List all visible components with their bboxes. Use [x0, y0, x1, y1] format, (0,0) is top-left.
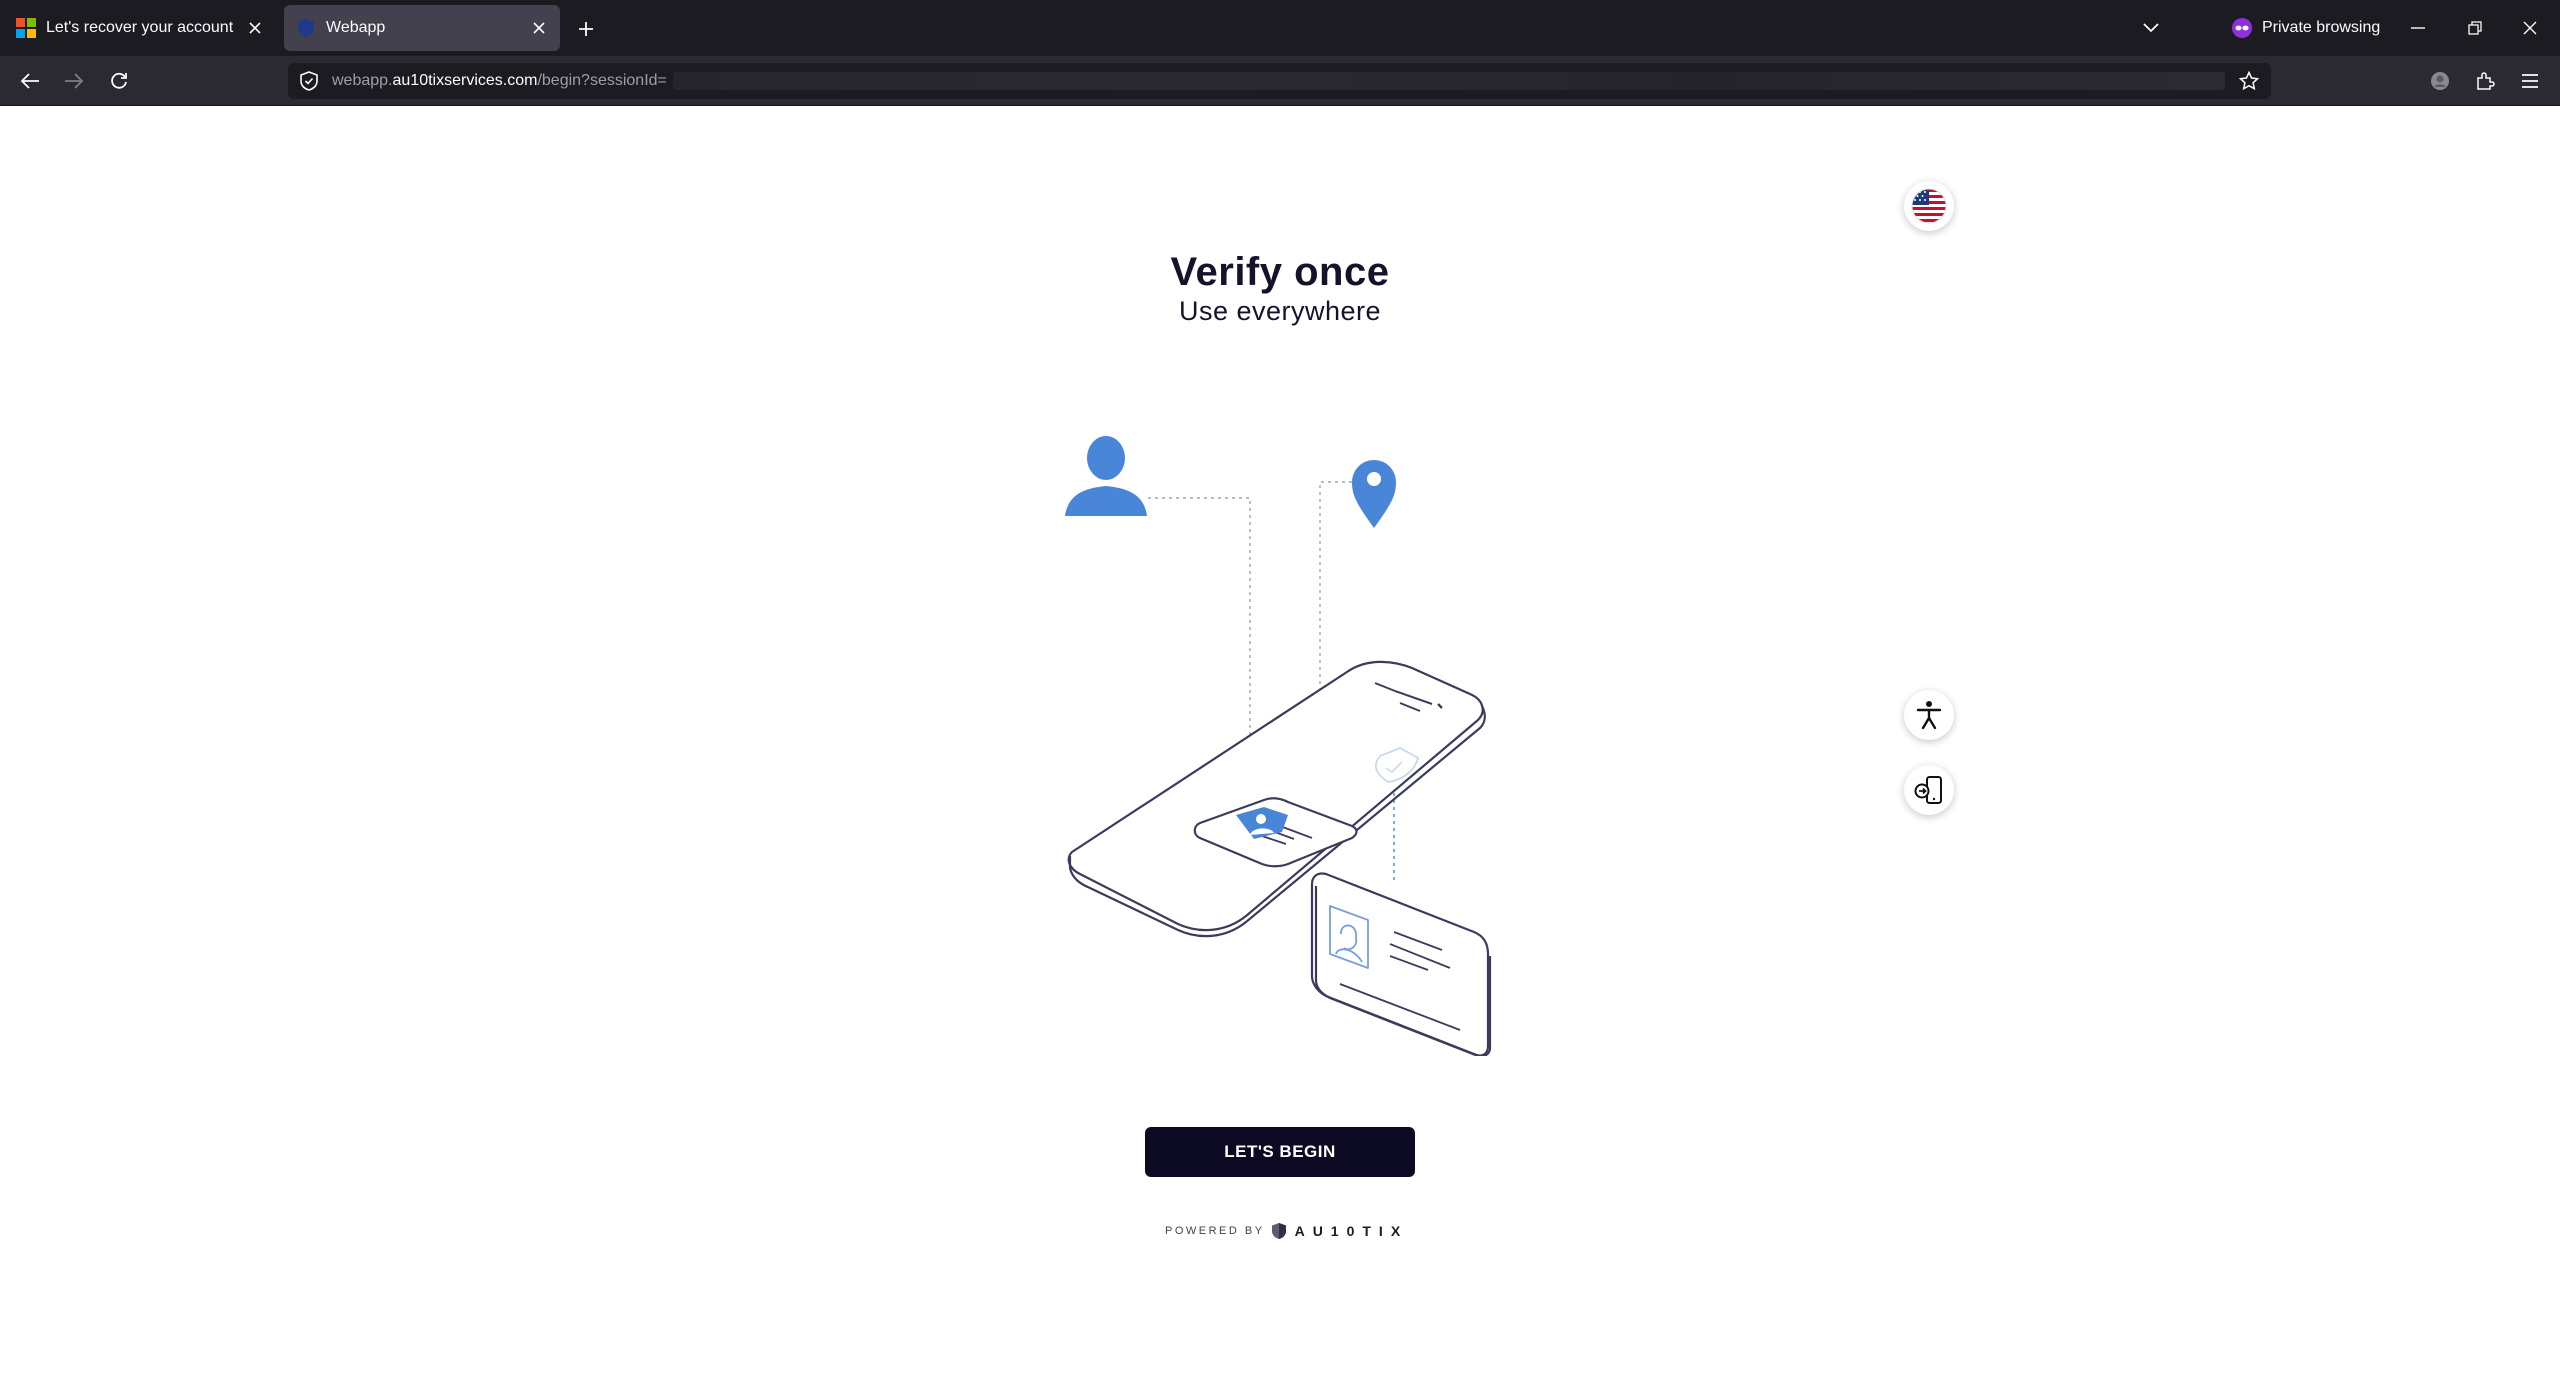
forward-button[interactable]	[58, 65, 90, 97]
list-all-tabs-button[interactable]	[2135, 12, 2167, 44]
close-tab-icon[interactable]	[524, 13, 554, 43]
page-content: Verify once Use everywhere LET'S BEGIN P…	[0, 106, 2560, 1377]
address-bar[interactable]: webapp.au10tixservices.com/begin?session…	[288, 63, 2271, 99]
microsoft-logo-icon	[16, 18, 36, 38]
accessibility-icon	[1916, 701, 1942, 730]
page-subtitle: Use everywhere	[1178, 296, 1382, 326]
navigation-toolbar: webapp.au10tixservices.com/begin?session…	[0, 56, 2560, 106]
arrow-left-icon	[20, 73, 39, 89]
arrow-right-icon	[65, 73, 84, 89]
page-title: Verify once	[1170, 250, 1390, 294]
lets-begin-button[interactable]: LET'S BEGIN	[1145, 1127, 1415, 1177]
shield-icon	[298, 19, 314, 37]
au10tix-logo: AU10TIX	[1294, 1223, 1409, 1239]
private-mask-icon	[2232, 18, 2252, 38]
powered-by-footer: POWERED BY AU10TIX	[1165, 1219, 1408, 1243]
us-flag-icon	[1911, 188, 1947, 224]
powered-by-label: POWERED BY	[1165, 1225, 1265, 1237]
bookmark-star-icon[interactable]	[2233, 65, 2265, 97]
id-card-icon	[1310, 872, 1492, 1056]
tab-title: Webapp	[326, 19, 386, 36]
url-text[interactable]: webapp.au10tixservices.com/begin?session…	[332, 72, 667, 90]
au10tix-shield-icon	[1271, 1223, 1286, 1239]
reload-button[interactable]	[103, 65, 135, 97]
restore-icon	[2468, 21, 2482, 35]
tab-recover-account[interactable]: Let's recover your account	[4, 5, 276, 51]
person-icon	[1065, 436, 1147, 516]
tab-webapp[interactable]: Webapp	[284, 5, 560, 51]
close-icon	[2523, 21, 2537, 35]
private-browsing-label: Private browsing	[2262, 19, 2381, 36]
close-tab-icon[interactable]	[240, 13, 270, 43]
reload-icon	[111, 72, 127, 89]
new-tab-button[interactable]	[570, 13, 602, 45]
tab-bar: Let's recover your account Webapp Privat…	[0, 0, 2560, 56]
url-redacted-area	[672, 72, 2225, 90]
minimize-button[interactable]	[2394, 8, 2442, 48]
account-avatar-icon[interactable]	[2424, 65, 2456, 97]
back-button[interactable]	[14, 65, 46, 97]
language-selector-button[interactable]	[1904, 181, 1954, 231]
close-window-button[interactable]	[2506, 8, 2554, 48]
hamburger-menu-icon[interactable]	[2514, 65, 2546, 97]
extensions-icon[interactable]	[2469, 65, 2501, 97]
private-browsing-indicator: Private browsing	[2232, 14, 2380, 42]
location-pin-icon	[1352, 460, 1396, 528]
chevron-down-icon	[2143, 23, 2159, 33]
phone-transfer-icon	[1914, 776, 1942, 804]
phone-icon	[1067, 660, 1486, 938]
accessibility-button[interactable]	[1904, 690, 1954, 740]
tracking-protection-icon[interactable]	[298, 70, 320, 92]
plus-icon	[579, 22, 593, 36]
minimize-icon	[2411, 27, 2425, 29]
verification-illustration	[1065, 436, 1492, 1056]
tab-title: Let's recover your account	[46, 19, 234, 36]
restore-button[interactable]	[2451, 8, 2499, 48]
switch-to-mobile-button[interactable]	[1904, 765, 1954, 815]
